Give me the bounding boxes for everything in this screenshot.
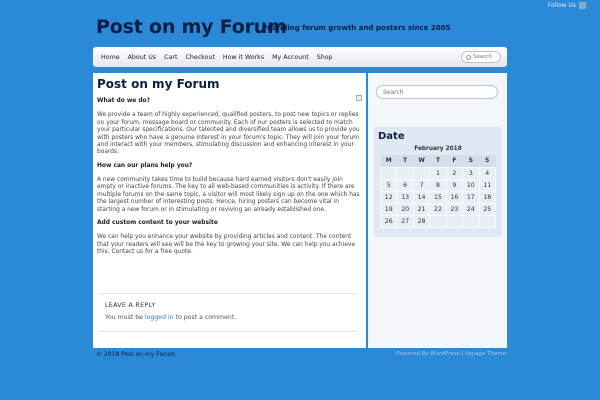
weekday-header: F (446, 155, 463, 167)
calendar-week: 19 20 21 22 23 24 25 (379, 202, 497, 216)
follow-us[interactable]: Follow Us (548, 2, 586, 9)
weekday-header: S (462, 155, 480, 167)
calendar-day: 23 (445, 202, 464, 216)
calendar-day: 17 (462, 190, 480, 204)
calendar-day: 3 (462, 166, 480, 180)
calendar-empty-cell (412, 166, 431, 180)
section-heading: What do we do? (97, 98, 151, 104)
calendar-week: 5 6 7 8 9 10 11 (379, 178, 497, 192)
calendar-day: 21 (412, 202, 431, 216)
section-heading: Add custom content to your website (97, 219, 218, 226)
calendar-month: February 2018 (414, 146, 462, 152)
calendar-day: 11 (478, 178, 497, 192)
reply-note-after: to post a comment. (175, 314, 237, 321)
post-title: Post on my Forum (97, 77, 220, 91)
calendar-day: 9 (445, 178, 464, 192)
calendar-day: 1 (429, 166, 447, 180)
main-content: Post on my Forum What do we do? We provi… (93, 73, 366, 348)
calendar-week: 26 27 28 (379, 214, 497, 228)
weekday-header: S (479, 155, 496, 167)
calendar-body: 1 2 3 4 5 6 7 8 9 10 11 12 13 14 15 16 17 18 19 20 21 22 23 24 2… (379, 166, 497, 228)
weekday-header: T (429, 155, 447, 167)
calendar-day: 19 (379, 202, 398, 216)
calendar-day: 25 (478, 202, 497, 216)
sidebar-search (376, 85, 498, 99)
leave-reply-section: LEAVE A REPLY You must be logged in to p… (99, 293, 357, 332)
date-widget-title: Date (378, 131, 405, 142)
calendar-day: 14 (412, 190, 431, 204)
nav-search (461, 51, 501, 63)
section-text: We can help you enhance your website by … (97, 234, 355, 255)
calendar-day: 26 (379, 214, 398, 228)
follow-us-label: Follow Us (547, 2, 576, 9)
calendar-empty-cell (379, 166, 398, 180)
calendar-day: 22 (429, 202, 447, 216)
calendar-day: 20 (396, 202, 414, 216)
calendar-day: 2 (445, 166, 464, 180)
section-text: A new community takes time to build beca… (97, 177, 360, 213)
login-link[interactable]: logged in (145, 314, 174, 321)
nav-item-checkout[interactable]: Checkout (181, 54, 218, 61)
site-title[interactable]: Post on my Forum (96, 16, 287, 38)
sidebar: Date February 2018 M T W T F S S 1234567… (368, 73, 507, 348)
calendar-day: 12 (379, 190, 398, 204)
weekday-header: W (413, 155, 430, 167)
calendar-day: 28 (412, 214, 431, 228)
reply-note: You must be logged in to post a comment. (105, 314, 236, 321)
calendar-week: 12 13 14 15 16 17 18 (379, 190, 497, 204)
calendar-day: 7 (412, 178, 431, 192)
calendar-day: 5 (379, 178, 398, 192)
calendar: February 2018 M T W T F S S 1 2 3 4 5 6 7 8 9 10 1… (379, 146, 497, 228)
nav-search-input[interactable] (473, 54, 500, 60)
calendar-day: 24 (462, 202, 480, 216)
date-widget: Date February 2018 M T W T F S S 1234567… (374, 127, 502, 237)
calendar-week: 1234 (379, 166, 497, 180)
footer-credits[interactable]: Powered By WordPress | Voyage Theme (396, 351, 506, 357)
site-tagline: Providing forum growth and posters since… (262, 24, 451, 32)
nav-item-about-us[interactable]: About Us (124, 54, 161, 61)
nav-item-home[interactable]: Home (97, 54, 124, 61)
post-body: What do we do? We provide a team of high… (97, 98, 363, 262)
sidebar-search-input[interactable] (383, 88, 493, 96)
calendar-empty-cell (462, 214, 480, 228)
calendar-empty-cell (396, 166, 414, 180)
rss-icon[interactable] (579, 2, 586, 9)
calendar-day: 16 (445, 190, 464, 204)
nav-item-cart[interactable]: Cart (160, 54, 181, 61)
calendar-day: 4 (478, 166, 497, 180)
calendar-day: 27 (396, 214, 414, 228)
footer-copyright: © 2018 Post on my Forum (96, 351, 176, 358)
weekday-header: T (396, 155, 414, 167)
search-icon (466, 54, 471, 60)
calendar-day: 8 (429, 178, 447, 192)
section-heading: How can our plans help you? (97, 162, 193, 169)
calendar-day: 6 (396, 178, 414, 192)
calendar-empty-cell (478, 214, 497, 228)
calendar-empty-cell (445, 214, 464, 228)
nav-item-how-it-works[interactable]: How it Works (219, 54, 268, 61)
nav-item-shop[interactable]: Shop (313, 54, 337, 61)
calendar-day: 13 (396, 190, 414, 204)
calendar-empty-cell (429, 214, 447, 228)
calendar-day: 15 (429, 190, 447, 204)
reply-note-before: You must be (105, 314, 143, 321)
nav-item-my-account[interactable]: My Account (268, 54, 313, 61)
reply-title: LEAVE A REPLY (105, 302, 156, 309)
calendar-day: 10 (462, 178, 480, 192)
calendar-day: 18 (478, 190, 497, 204)
section-text: We provide a team of highly experienced,… (97, 112, 360, 156)
weekday-header: M (380, 155, 397, 167)
main-nav: Home About Us Cart Checkout How it Works… (93, 47, 507, 67)
